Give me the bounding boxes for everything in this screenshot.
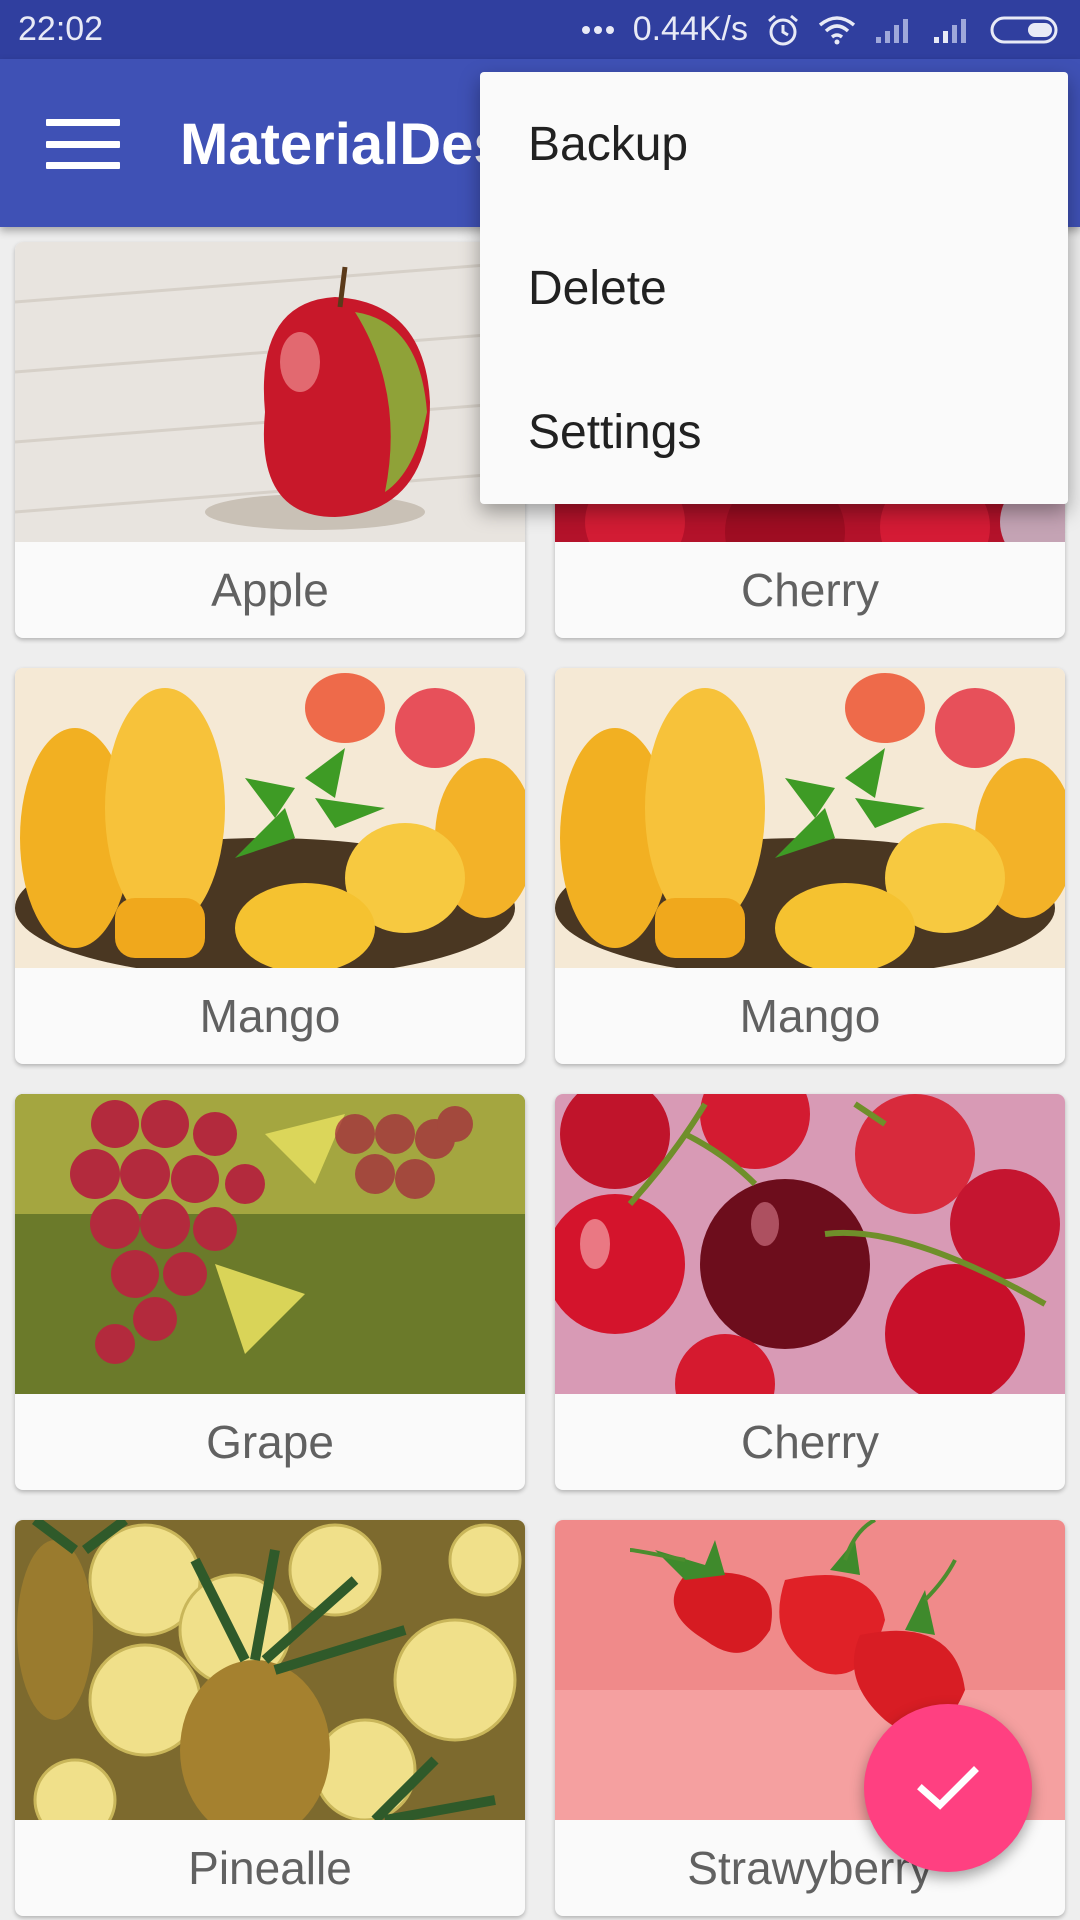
fruit-card[interactable]: Cherry bbox=[555, 1094, 1065, 1490]
status-time: 22:02 bbox=[18, 10, 104, 48]
battery-icon bbox=[990, 15, 1062, 45]
card-label: Pinealle bbox=[188, 1842, 352, 1894]
status-icons: 0.44K/s bbox=[581, 10, 1062, 49]
overflow-menu: Backup Delete Settings bbox=[480, 72, 1068, 504]
card-label: Apple bbox=[211, 564, 329, 616]
fruit-card[interactable]: Mango bbox=[15, 668, 525, 1064]
check-icon bbox=[917, 1766, 979, 1810]
grape-photo bbox=[15, 1094, 525, 1394]
menu-item-settings[interactable]: Settings bbox=[480, 360, 1068, 504]
status-bar: 22:02 0.44K/s bbox=[0, 0, 1080, 59]
card-label: Cherry bbox=[740, 564, 880, 616]
pineapple-photo bbox=[15, 1520, 525, 1820]
card-label: Mango bbox=[739, 990, 881, 1042]
fruit-card[interactable]: Grape bbox=[15, 1094, 525, 1490]
more-dots-icon bbox=[581, 24, 615, 36]
cherry-photo bbox=[555, 1094, 1065, 1394]
mango-photo bbox=[15, 668, 525, 968]
mango-photo bbox=[555, 668, 1065, 968]
apple-photo bbox=[15, 242, 525, 542]
fruit-card[interactable]: Apple bbox=[15, 242, 525, 638]
wifi-icon bbox=[818, 15, 856, 45]
menu-item-delete[interactable]: Delete bbox=[480, 216, 1068, 360]
signal-icon-2 bbox=[932, 15, 972, 45]
app-title: MaterialDesignDemo bbox=[180, 112, 480, 177]
network-speed: 0.44K/s bbox=[632, 10, 748, 48]
card-label: Mango bbox=[199, 990, 341, 1042]
fab-button[interactable] bbox=[864, 1704, 1032, 1872]
menu-item-backup[interactable]: Backup bbox=[480, 72, 1068, 216]
hamburger-menu-icon[interactable] bbox=[46, 119, 120, 169]
fruit-card[interactable]: Mango bbox=[555, 668, 1065, 1064]
alarm-icon bbox=[766, 13, 800, 47]
fruit-card[interactable]: Pinealle bbox=[15, 1520, 525, 1916]
card-label: Cherry bbox=[740, 1416, 880, 1468]
signal-icon bbox=[874, 15, 914, 45]
card-label: Grape bbox=[206, 1416, 334, 1468]
